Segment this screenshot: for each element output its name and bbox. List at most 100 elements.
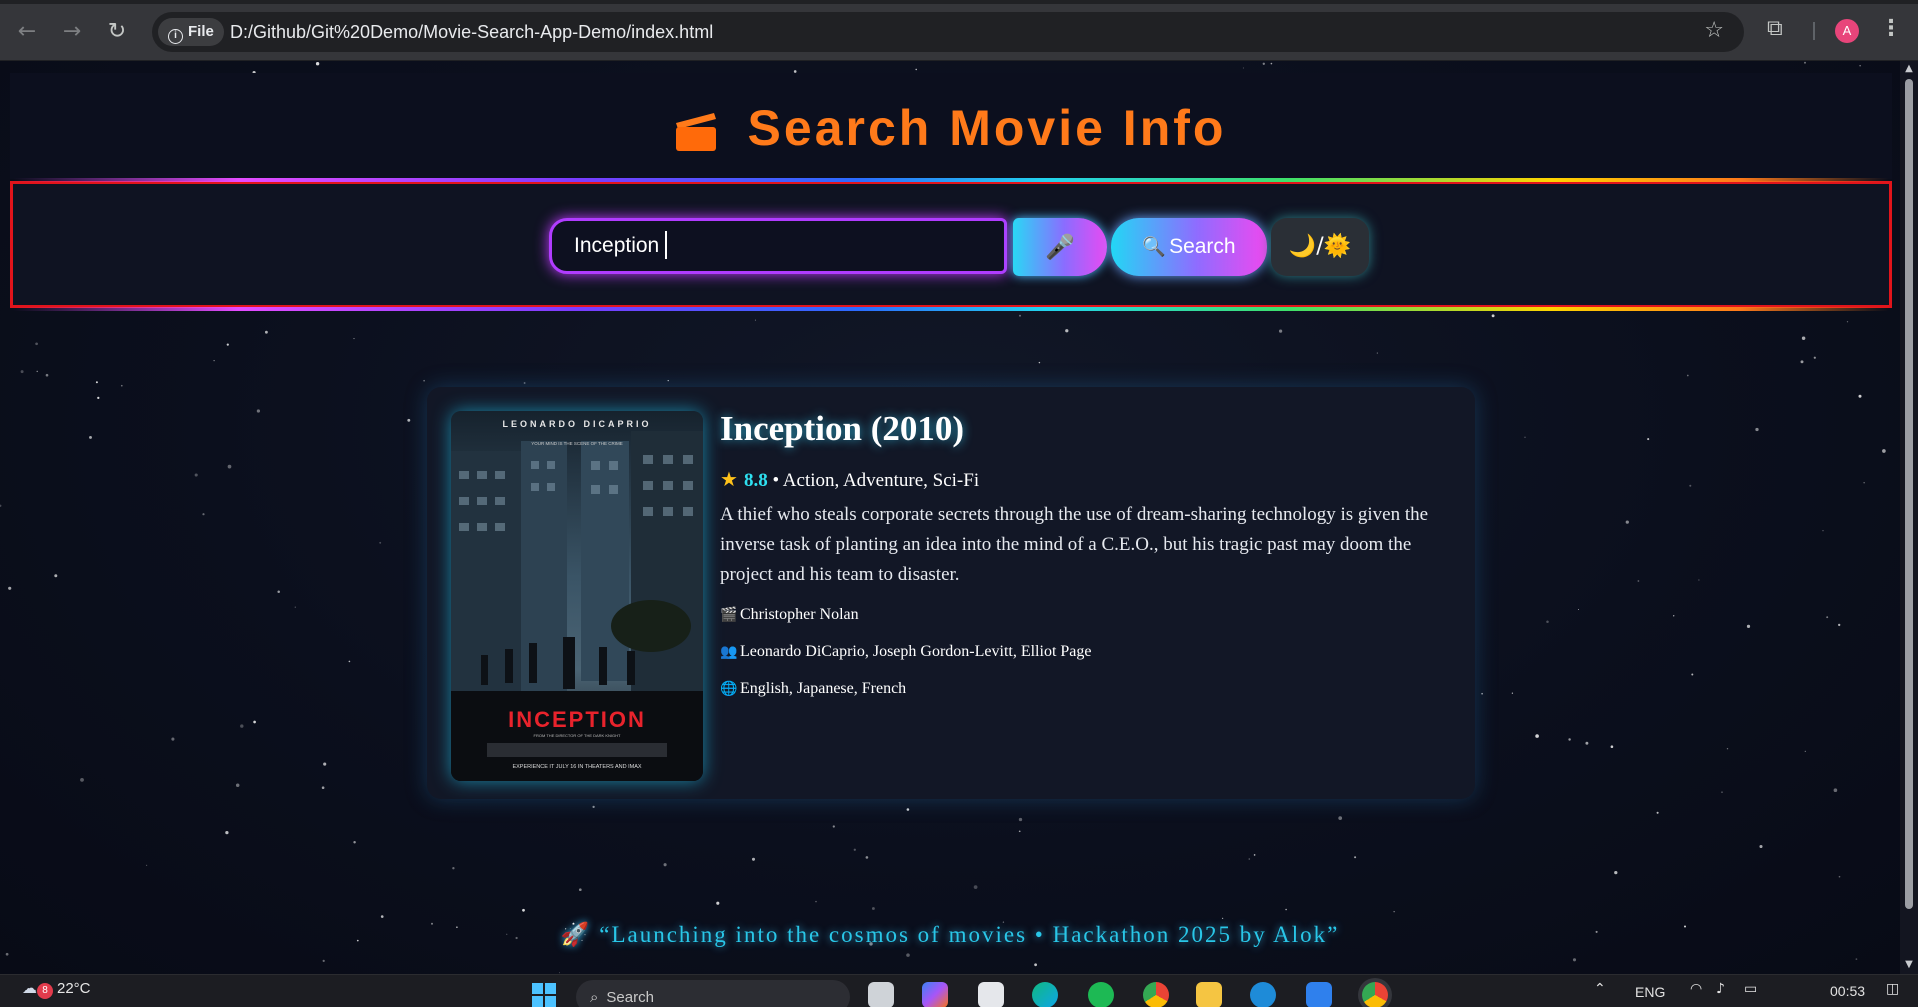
store-icon[interactable] xyxy=(978,982,1004,1007)
star-dot xyxy=(20,370,24,374)
search-input[interactable] xyxy=(549,218,1007,274)
star-dot xyxy=(754,319,756,321)
star-dot xyxy=(1019,314,1021,317)
page-title: Search Movie Info xyxy=(0,99,1900,157)
voice-search-button[interactable]: 🎤 xyxy=(1013,218,1107,276)
movie-director: Christopher Nolan xyxy=(740,606,859,623)
chrome-active-icon[interactable] xyxy=(1362,982,1388,1007)
windows-start-icon[interactable] xyxy=(530,981,558,1007)
cast-row: 👥 Leonardo DiCaprio, Joseph Gordon-Levitt… xyxy=(720,639,1450,665)
star-dot xyxy=(1354,856,1357,859)
star-dot xyxy=(256,409,261,413)
star-dot xyxy=(1838,875,1841,878)
microphone-icon: 🎤 xyxy=(1045,233,1075,261)
star-dot xyxy=(253,720,256,724)
page-title-text: Search Movie Info xyxy=(747,100,1227,156)
weather-widget[interactable]: ☁ 8 22°C xyxy=(22,979,91,999)
language-indicator[interactable]: ENG xyxy=(1635,984,1665,1000)
site-chip-label: File xyxy=(188,23,214,40)
text-caret xyxy=(665,231,667,259)
theme-toggle-button[interactable]: 🌙/🌞 xyxy=(1271,218,1369,276)
star-dot xyxy=(1338,816,1343,820)
search-button[interactable]: 🔍 Search xyxy=(1111,218,1267,276)
star-dot xyxy=(865,856,869,859)
wifi-icon[interactable]: ◠ xyxy=(1690,981,1702,997)
app-swirl-icon[interactable] xyxy=(1250,982,1276,1007)
address-bar[interactable]: i File D:/Github/Git%20Demo/Movie-Search-… xyxy=(152,12,1744,52)
sun-icon: 🌞 xyxy=(1323,234,1352,259)
movie-languages: English, Japanese, French xyxy=(740,680,907,697)
spotify-icon[interactable] xyxy=(1088,982,1114,1007)
search-button-label: Search xyxy=(1169,235,1236,258)
movie-rating: 8.8 xyxy=(743,470,768,491)
star-dot xyxy=(1858,394,1862,398)
copilot-icon[interactable] xyxy=(922,982,948,1007)
star-dot xyxy=(1691,673,1694,676)
star-dot xyxy=(36,370,38,373)
bookmark-star-icon[interactable]: ☆ xyxy=(1704,18,1724,43)
star-dot xyxy=(1698,579,1700,581)
reload-icon[interactable]: ↻ xyxy=(102,17,132,47)
clock-time[interactable]: 00:53 xyxy=(1830,983,1865,999)
star-dot xyxy=(265,330,268,334)
kebab-menu-icon[interactable]: ⋮ xyxy=(1880,16,1902,41)
tray-chevron-icon[interactable]: ⌃ xyxy=(1594,981,1606,997)
star-dot xyxy=(1721,791,1723,793)
star-dot xyxy=(407,418,411,422)
star-dot xyxy=(1262,62,1265,65)
star-dot xyxy=(315,62,320,66)
notification-icon[interactable]: ◫ xyxy=(1886,981,1899,997)
star-dot xyxy=(1535,734,1539,738)
movie-cast: Leonardo DiCaprio, Joseph Gordon-Levitt,… xyxy=(740,643,1092,660)
file-explorer-icon[interactable] xyxy=(1196,982,1222,1007)
volume-icon[interactable]: ♪ xyxy=(1716,981,1725,997)
star-dot xyxy=(973,885,978,889)
taskbar-search[interactable]: ⌕ Search xyxy=(576,980,850,1007)
star-dot xyxy=(1242,67,1244,69)
star-dot xyxy=(1804,61,1806,64)
forward-icon[interactable]: → xyxy=(57,17,87,47)
star-dot xyxy=(240,724,244,728)
taskbar-search-placeholder: Search xyxy=(606,989,654,1006)
weather-badge: 8 xyxy=(37,983,53,999)
poster-bottom: EXPERIENCE IT JULY 16 IN THEATERS AND IM… xyxy=(512,764,641,770)
star-dot xyxy=(1759,844,1763,849)
back-icon[interactable]: ← xyxy=(12,17,42,47)
tab-strip-edge xyxy=(0,0,1918,4)
scroll-up-arrow-icon[interactable]: ▲ xyxy=(1904,63,1914,74)
extensions-icon[interactable]: ⧉ xyxy=(1767,16,1795,44)
star-dot xyxy=(322,959,325,963)
star-dot xyxy=(522,908,525,912)
star-dot xyxy=(663,863,667,867)
footer-quote: 🚀 “Launching into the cosmos of movies • … xyxy=(0,921,1900,948)
info-icon: i xyxy=(168,29,183,44)
edge-icon[interactable] xyxy=(1032,982,1058,1007)
star-dot xyxy=(667,379,669,382)
star-dot xyxy=(1577,608,1580,611)
clapperboard-icon xyxy=(675,113,716,151)
star-dot xyxy=(1689,484,1692,487)
star-dot xyxy=(1034,963,1037,967)
site-info-chip[interactable]: i File xyxy=(158,18,224,46)
scroll-down-arrow-icon[interactable]: ▼ xyxy=(1904,959,1914,970)
star-dot xyxy=(1038,361,1041,364)
star-dot xyxy=(227,464,232,469)
star-dot xyxy=(1863,482,1865,484)
star-dot xyxy=(202,513,205,516)
battery-icon[interactable]: ▭ xyxy=(1744,981,1757,997)
vscode-icon[interactable] xyxy=(1306,982,1332,1007)
star-dot xyxy=(145,864,148,867)
task-view-icon[interactable] xyxy=(868,982,894,1007)
chrome-icon[interactable] xyxy=(1143,982,1169,1007)
page-scrollbar[interactable]: ▲ ▼ xyxy=(1900,61,1918,974)
star-dot xyxy=(213,359,215,362)
profile-avatar[interactable]: A xyxy=(1835,19,1859,43)
scrollbar-thumb[interactable] xyxy=(1905,79,1913,909)
taskbar-search-icon: ⌕ xyxy=(590,988,599,1006)
star-dot xyxy=(277,590,280,593)
movie-poster: LEONARDO DICAPRIO YOUR MIND IS THE SCENE… xyxy=(451,411,703,781)
star-dot xyxy=(1511,692,1514,694)
star-dot xyxy=(906,808,910,811)
url-text[interactable]: D:/Github/Git%20Demo/Movie-Search-App-De… xyxy=(230,12,713,52)
clapperboard-small-icon: 🎬 xyxy=(720,607,738,623)
